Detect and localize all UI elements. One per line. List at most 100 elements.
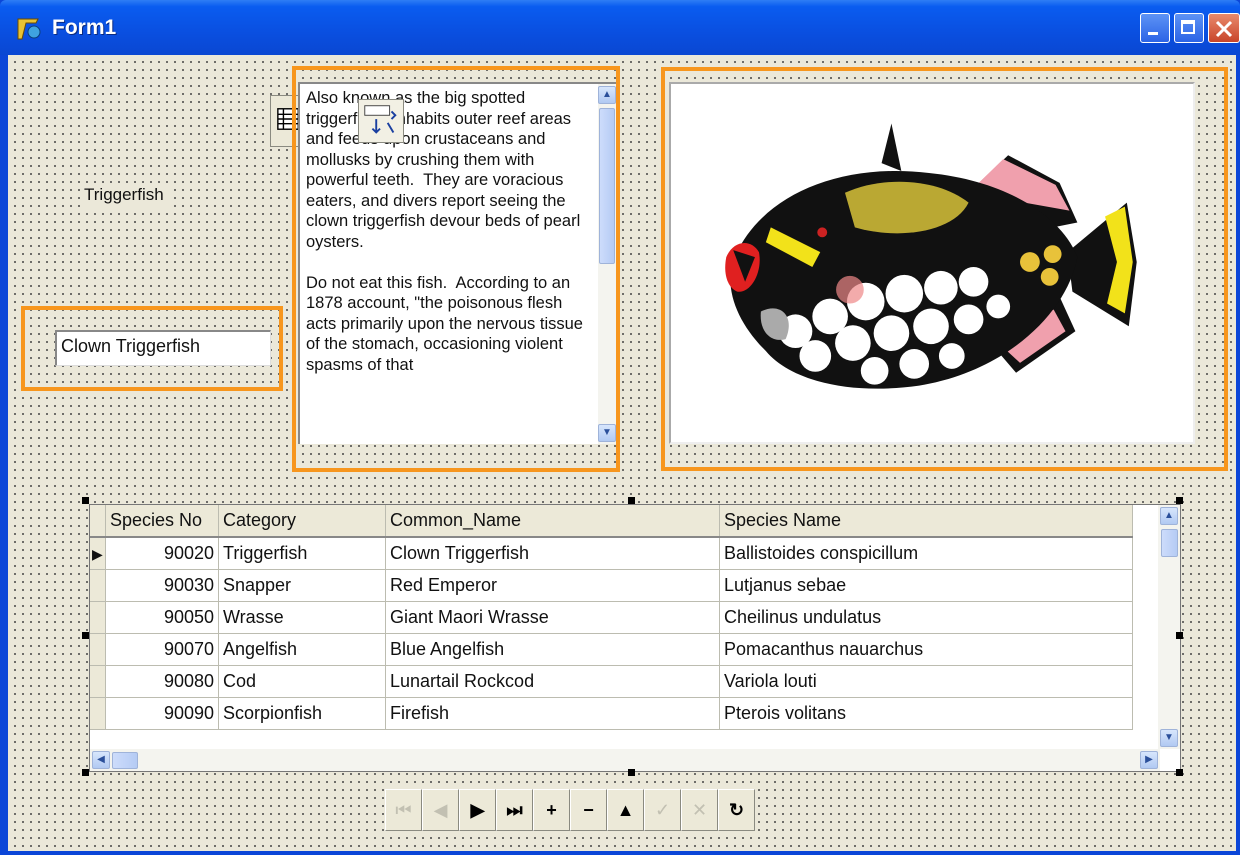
title-bar[interactable]: Form1 [0,0,1240,55]
cell-species-no[interactable]: 90090 [105,697,219,730]
col-common-name[interactable]: Common_Name [385,505,720,538]
resize-handle[interactable] [628,497,635,504]
cell-species-no[interactable]: 90080 [105,665,219,698]
row-indicator[interactable] [90,601,106,634]
cell-species-name[interactable]: Cheilinus undulatus [719,601,1133,634]
nav-first-button[interactable]: ⏮ [385,789,422,831]
close-button[interactable] [1208,13,1240,43]
col-species-name[interactable]: Species Name [719,505,1133,538]
cell-category[interactable]: Cod [218,665,386,698]
maximize-icon [1181,20,1195,34]
cell-species-no[interactable]: 90070 [105,633,219,666]
fish-image[interactable] [669,82,1195,444]
nav-next-button[interactable]: ▶ [459,789,496,831]
memo-scroll-thumb[interactable] [599,108,615,264]
species-grid[interactable]: Species No Category Common_Name Species … [89,504,1181,772]
row-indicator[interactable] [90,665,106,698]
nav-prior-button[interactable]: ◀ [422,789,459,831]
resize-handle[interactable] [1176,769,1183,776]
grid-scroll-down-icon[interactable]: ▼ [1160,729,1178,747]
nav-next-icon: ▶ [470,799,485,820]
nav-refresh-button[interactable]: ↻ [718,789,755,831]
cell-species-name[interactable]: Pomacanthus nauarchus [719,633,1133,666]
nav-first-icon: ⏮ [395,799,412,820]
delphi-app-icon[interactable] [16,16,42,42]
form-window: Form1 Triggerfish Clown Triggerfish Also… [0,0,1240,855]
minimize-button[interactable] [1140,13,1170,43]
cell-species-name[interactable]: Lutjanus sebae [719,569,1133,602]
cell-species-no[interactable]: 90050 [105,601,219,634]
close-icon [1215,20,1233,38]
grid-horizontal-scrollbar[interactable]: ◀ ▶ [90,749,1160,771]
cell-common-name[interactable]: Blue Angelfish [385,633,720,666]
col-category[interactable]: Category [218,505,386,538]
cell-common-name[interactable]: Red Emperor [385,569,720,602]
grid-hscroll-thumb[interactable] [112,752,138,769]
memo-scroll-up-icon[interactable]: ▲ [598,86,616,104]
table-row[interactable]: 90030 Snapper Red Emperor Lutjanus sebae [90,569,1133,602]
memo-scroll-down-icon[interactable]: ▼ [598,424,616,442]
row-indicator[interactable] [90,569,106,602]
nav-delete-button[interactable]: − [570,789,607,831]
cell-category[interactable]: Angelfish [218,633,386,666]
nav-insert-icon: + [546,799,557,820]
cell-category[interactable]: Wrasse [218,601,386,634]
nav-delete-icon: − [583,799,594,820]
cell-species-no[interactable]: 90020 [105,537,219,570]
table-row[interactable]: 90070 Angelfish Blue Angelfish Pomacanthus … [90,633,1133,666]
resize-handle[interactable] [1176,632,1183,639]
minimize-icon [1148,32,1158,35]
nav-cancel-button[interactable]: ✕ [681,789,718,831]
memo-vertical-scrollbar[interactable]: ▲ ▼ [598,84,616,444]
query-component-icon [364,105,397,134]
memo-text: Also known as the big spotted triggerfis… [306,89,583,374]
category-label: Triggerfish [80,183,168,207]
table-row[interactable]: 90090 Scorpionfish Firefish Pterois volitan… [90,697,1133,730]
window-title: Form1 [52,16,117,39]
notes-memo[interactable]: Also known as the big spotted triggerfis… [298,82,616,444]
grid-scroll-up-icon[interactable]: ▲ [1160,507,1178,525]
cell-species-no[interactable]: 90030 [105,569,219,602]
dataset-component[interactable] [358,99,404,143]
cell-common-name[interactable]: Giant Maori Wrasse [385,601,720,634]
row-indicator[interactable] [90,633,106,666]
current-row-indicator-icon[interactable]: ▶ [90,537,106,570]
resize-handle[interactable] [628,769,635,776]
row-indicator[interactable] [90,697,106,730]
common-name-edit[interactable]: Clown Triggerfish [55,330,271,366]
cell-species-name[interactable]: Ballistoides conspicillum [719,537,1133,570]
nav-last-button[interactable]: ⏭ [496,789,533,831]
grid-scroll-left-icon[interactable]: ◀ [92,751,110,769]
table-row[interactable]: ▶ 90020 Triggerfish Clown Triggerfish Ballis… [90,537,1133,570]
table-row[interactable]: 90050 Wrasse Giant Maori Wrasse Cheilinus u… [90,601,1133,634]
nav-last-icon: ⏭ [506,799,523,820]
grid-scroll-right-icon[interactable]: ▶ [1140,751,1158,769]
form-client-area: Triggerfish Clown Triggerfish Also known… [8,55,1236,851]
nav-cancel-icon: ✕ [691,799,708,820]
cell-species-name[interactable]: Variola louti [719,665,1133,698]
maximize-button[interactable] [1174,13,1204,43]
col-species-no[interactable]: Species No [105,505,219,538]
resize-handle[interactable] [82,769,89,776]
resize-handle[interactable] [82,497,89,504]
nav-prior-icon: ◀ [433,799,448,820]
resize-handle[interactable] [1176,497,1183,504]
table-row[interactable]: 90080 Cod Lunartail Rockcod Variola louti [90,665,1133,698]
nav-refresh-icon: ↻ [728,799,745,820]
cell-category[interactable]: Snapper [218,569,386,602]
cell-common-name[interactable]: Clown Triggerfish [385,537,720,570]
nav-post-icon: ✓ [654,799,671,820]
cell-category[interactable]: Triggerfish [218,537,386,570]
grid-header-row: Species No Category Common_Name Species … [90,505,1133,538]
grid-vertical-scrollbar[interactable]: ▲ ▼ [1158,505,1180,749]
resize-handle[interactable] [82,632,89,639]
nav-post-button[interactable]: ✓ [644,789,681,831]
cell-common-name[interactable]: Firefish [385,697,720,730]
grid-vscroll-thumb[interactable] [1161,529,1178,557]
cell-common-name[interactable]: Lunartail Rockcod [385,665,720,698]
species-table: Species No Category Common_Name Species … [90,505,1133,730]
cell-species-name[interactable]: Pterois volitans [719,697,1133,730]
cell-category[interactable]: Scorpionfish [218,697,386,730]
nav-edit-button[interactable]: ▲ [607,789,644,831]
nav-insert-button[interactable]: + [533,789,570,831]
